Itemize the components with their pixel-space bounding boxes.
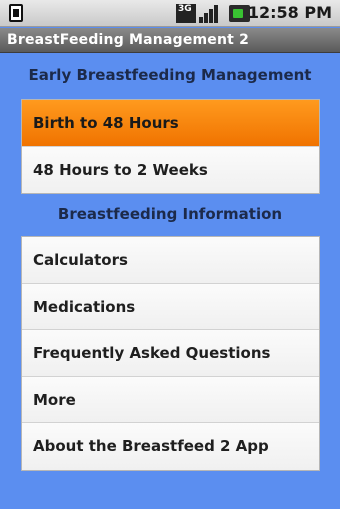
- signal-icon: [199, 4, 223, 23]
- app-title-bar: BreastFeeding Management 2: [0, 28, 340, 53]
- status-bar: 3G 12:58 PM: [0, 0, 340, 27]
- list-item-more[interactable]: More: [22, 376, 319, 423]
- info-list: Calculators Medications Frequently Asked…: [21, 236, 320, 471]
- section-header-early: Early Breastfeeding Management: [28, 66, 312, 84]
- list-item-birth-to-48-hours[interactable]: Birth to 48 Hours: [22, 100, 319, 147]
- list-item-48-hours-to-2-weeks[interactable]: 48 Hours to 2 Weeks: [22, 146, 319, 193]
- 3g-icon: 3G: [176, 4, 196, 23]
- status-time: 12:58 PM: [247, 3, 332, 22]
- battery-icon: [229, 5, 250, 22]
- list-item-faq[interactable]: Frequently Asked Questions: [22, 330, 319, 377]
- sim-card-icon: [9, 4, 23, 22]
- list-item-about[interactable]: About the Breastfeed 2 App: [22, 423, 319, 470]
- early-management-list: Birth to 48 Hours 48 Hours to 2 Weeks: [21, 99, 320, 194]
- app-title: BreastFeeding Management 2: [7, 32, 250, 48]
- section-header-info: Breastfeeding Information: [57, 205, 283, 223]
- list-item-calculators[interactable]: Calculators: [22, 237, 319, 284]
- list-item-medications[interactable]: Medications: [22, 283, 319, 330]
